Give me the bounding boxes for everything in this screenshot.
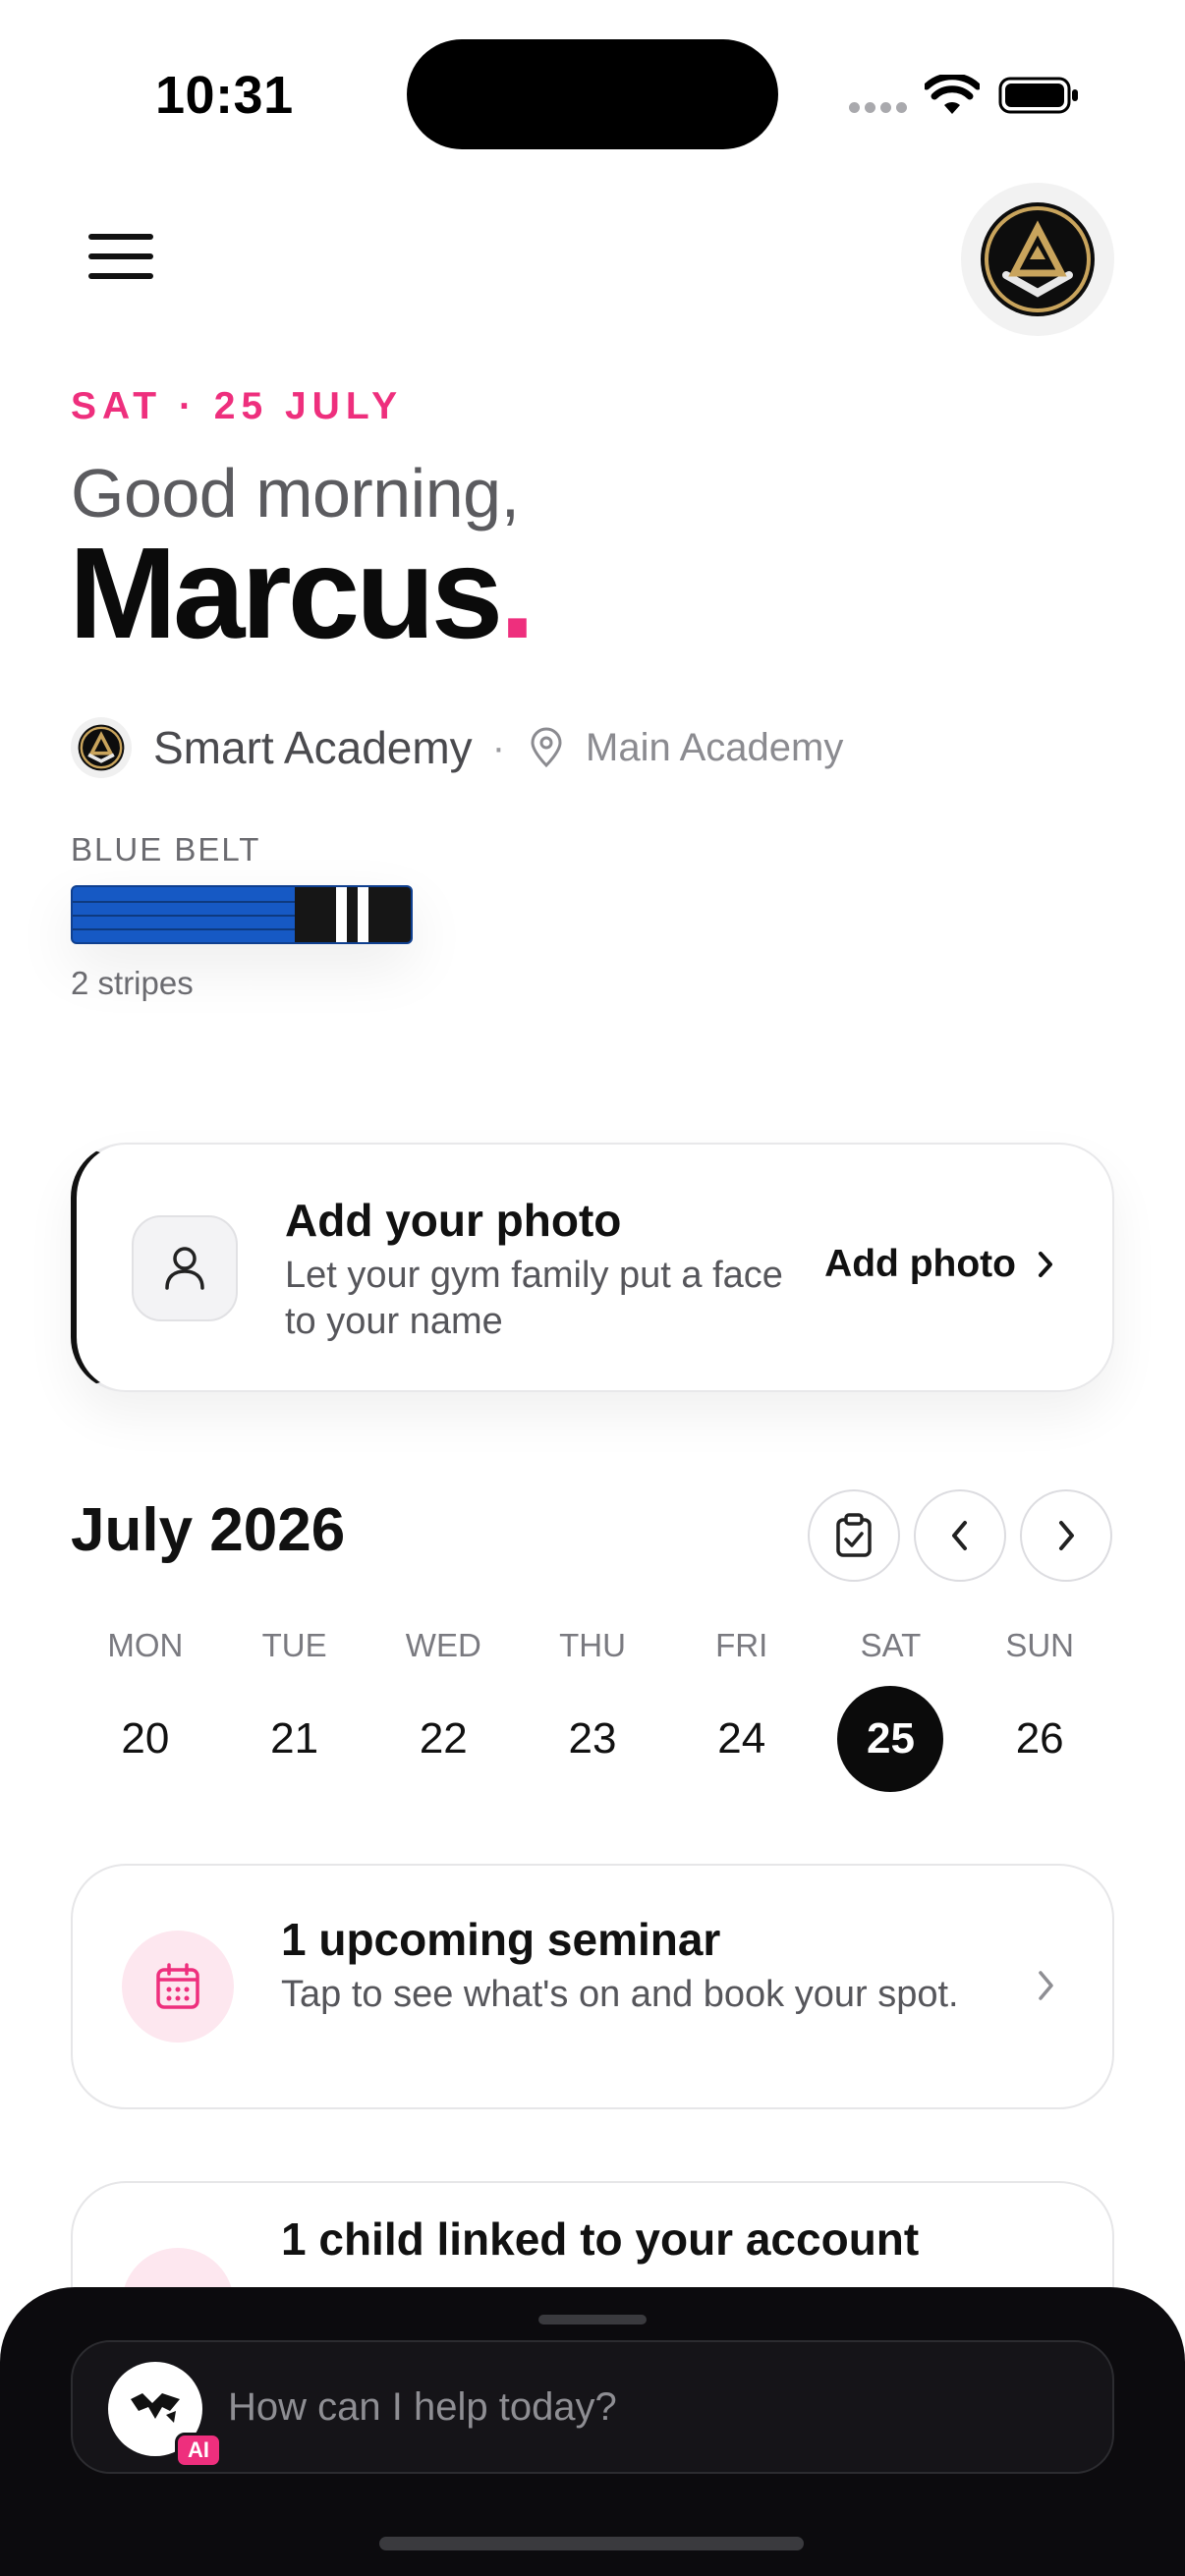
- calendar-icon: [156, 1963, 199, 2009]
- hamburger-icon: [88, 234, 153, 240]
- academy-logo-icon: [981, 202, 1095, 316]
- seminar-subtitle: Tap to see what's on and book your spot.: [281, 1974, 959, 2015]
- academy-name: Smart Academy: [153, 722, 473, 773]
- home-indicator: [379, 2537, 804, 2550]
- chevron-right-icon: [1059, 1521, 1074, 1550]
- chevron-right-icon: [1039, 1971, 1053, 2000]
- academy-row[interactable]: Smart Academy · Main Academy: [71, 713, 843, 782]
- belt-stripes-text: 2 stripes: [71, 965, 194, 1001]
- weekday-label: SUN: [1005, 1627, 1075, 1663]
- assistant-input[interactable]: AI How can I help today?: [71, 2340, 1114, 2474]
- assistant-input-placeholder: How can I help today?: [228, 2385, 617, 2429]
- weekday-label: MON: [107, 1627, 184, 1663]
- dynamic-island: [407, 39, 778, 149]
- wifi-icon: [925, 75, 980, 114]
- add-photo-card[interactable]: Add your photo Let your gym family put a…: [71, 1143, 1114, 1392]
- ai-badge: AI: [175, 2433, 222, 2468]
- academy-location: Main Academy: [586, 725, 844, 769]
- belt-label: BLUE BELT: [71, 831, 261, 868]
- name-accent-dot: .: [499, 521, 536, 665]
- calendar-day[interactable]: 26: [987, 1686, 1093, 1792]
- chevron-left-icon: [952, 1521, 967, 1550]
- profile-avatar-button[interactable]: [961, 183, 1114, 336]
- calendar-days: 20 21 22 23 24 25 26: [71, 1686, 1114, 1792]
- weekday-label: SAT: [860, 1627, 922, 1663]
- academy-separator: ·: [491, 725, 506, 769]
- assistant-logo-icon: [131, 2393, 180, 2423]
- seminar-title: 1 upcoming seminar: [281, 1914, 721, 1965]
- calendar-day[interactable]: 22: [390, 1686, 496, 1792]
- weekday-label: THU: [559, 1627, 626, 1663]
- seminar-icon-badge: [122, 1931, 234, 2043]
- weekday-label: WED: [405, 1627, 481, 1663]
- calendar-day-selected[interactable]: 25: [837, 1686, 944, 1792]
- academy-avatar: [71, 717, 132, 778]
- clipboard-check-icon: [836, 1513, 872, 1557]
- user-name-text: Marcus: [69, 521, 503, 665]
- cellular-signal-icon: [849, 102, 907, 113]
- linked-child-title: 1 child linked to your account: [281, 2213, 920, 2265]
- belt-stripe: [336, 887, 347, 942]
- location-pin-icon: [531, 727, 562, 768]
- calendar-next-week-button[interactable]: [1020, 1489, 1112, 1582]
- calendar-day[interactable]: 20: [92, 1686, 198, 1792]
- belt-stripe: [358, 887, 368, 942]
- weekday-label: TUE: [261, 1627, 327, 1663]
- date-label: SAT · 25 JULY: [71, 385, 404, 427]
- chevron-right-icon: [1039, 1252, 1052, 1277]
- sheet-grabber[interactable]: [538, 2315, 647, 2324]
- user-icon: [165, 1247, 204, 1290]
- menu-button[interactable]: [79, 222, 163, 291]
- battery-icon: [998, 77, 1078, 114]
- status-time: 10:31: [155, 66, 294, 125]
- calendar-day[interactable]: 24: [689, 1686, 795, 1792]
- weekday-label: FRI: [715, 1627, 768, 1663]
- add-photo-title: Add your photo: [285, 1195, 622, 1246]
- belt-graphic: [71, 885, 413, 944]
- academy-small-logo-icon: [78, 724, 125, 771]
- calendar-prev-week-button[interactable]: [914, 1489, 1006, 1582]
- add-photo-button[interactable]: Add photo: [824, 1243, 1055, 1286]
- assistant-sheet: AI How can I help today?: [0, 2287, 1185, 2576]
- calendar-weekdays: MON TUE WED THU FRI SAT SUN: [71, 1627, 1114, 1664]
- add-photo-subtitle: Let your gym family put a face to your n…: [285, 1255, 783, 1342]
- calendar-month: July 2026: [71, 1496, 346, 1564]
- calendar-schedule-button[interactable]: [808, 1489, 900, 1582]
- upcoming-seminar-card[interactable]: 1 upcoming seminar Tap to see what's on …: [71, 1864, 1114, 2109]
- calendar-day[interactable]: 21: [242, 1686, 348, 1792]
- photo-placeholder: [132, 1215, 238, 1321]
- add-photo-button-label: Add photo: [824, 1243, 1016, 1285]
- calendar-day[interactable]: 23: [539, 1686, 646, 1792]
- belt-rank-bar: [295, 887, 411, 942]
- user-name: Marcus.: [69, 525, 536, 662]
